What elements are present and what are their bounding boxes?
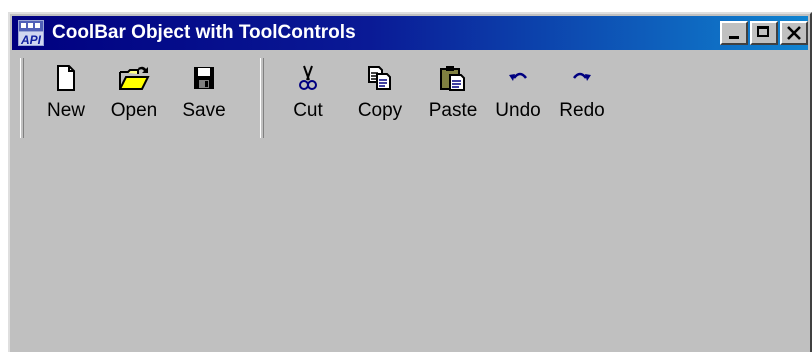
undo-arrow-icon: [509, 72, 527, 81]
new-button-label: New: [46, 100, 85, 121]
copy-button-label: Copy: [357, 100, 403, 121]
scissors-icon: [299, 65, 317, 90]
close-button[interactable]: [780, 21, 808, 45]
paste-clipboard-icon: [440, 66, 465, 91]
paste-button-label: Paste: [428, 100, 478, 121]
undo-button-label: Undo: [495, 100, 541, 121]
save-disk-icon: [194, 67, 214, 89]
copy-button[interactable]: Copy: [350, 64, 410, 128]
new-button[interactable]: New: [40, 64, 92, 128]
redo-arrow-icon: [573, 72, 591, 81]
app-icon-label: API: [20, 33, 42, 46]
file-band-grip[interactable]: [20, 58, 24, 138]
new-file-icon: [57, 65, 75, 91]
cut-button[interactable]: Cut: [282, 64, 334, 128]
copy-icon: [368, 66, 391, 90]
title-bar[interactable]: API CoolBar Object with ToolControls: [12, 16, 808, 50]
redo-button-label: Redo: [559, 100, 605, 121]
maximize-button[interactable]: [750, 21, 778, 45]
window-title: CoolBar Object with ToolControls: [52, 22, 356, 43]
coolbar: New Open Save Cut Copy Paste Undo Redo: [12, 52, 808, 146]
redo-button[interactable]: Redo: [552, 64, 612, 128]
save-button-label: Save: [182, 100, 226, 121]
close-icon: [787, 26, 801, 40]
save-button[interactable]: Save: [174, 64, 234, 128]
edit-band-grip[interactable]: [260, 58, 264, 138]
undo-button[interactable]: Undo: [488, 64, 548, 128]
app-icon[interactable]: API: [18, 20, 44, 46]
window-controls: [720, 21, 808, 45]
app-window: API CoolBar Object with ToolControls New: [8, 12, 812, 352]
open-button-label: Open: [110, 100, 158, 121]
minimize-button[interactable]: [720, 21, 748, 45]
paste-button[interactable]: Paste: [422, 64, 484, 128]
client-area: [12, 146, 808, 352]
open-folder-icon: [119, 66, 150, 90]
open-button[interactable]: Open: [104, 64, 164, 128]
cut-button-label: Cut: [293, 100, 323, 121]
